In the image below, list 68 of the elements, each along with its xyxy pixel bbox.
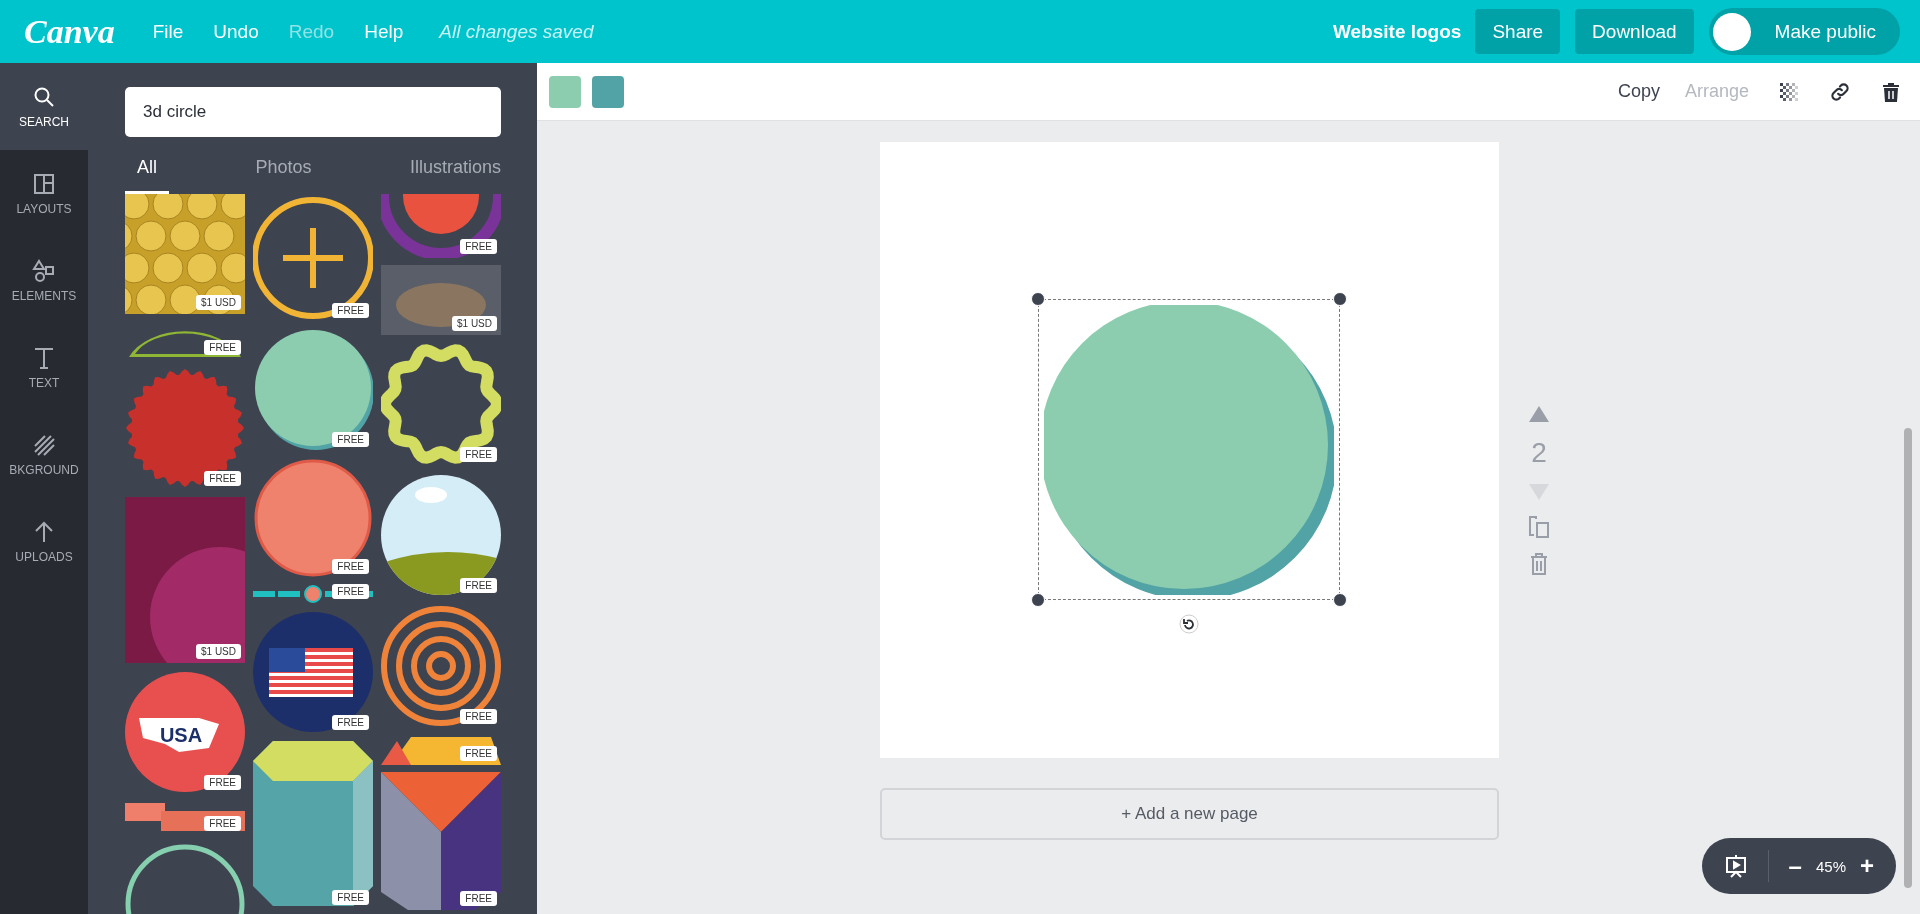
price-label: FREE [460,709,497,724]
link-icon[interactable] [1829,80,1851,103]
price-label: FREE [204,816,241,831]
sidebar-item[interactable]: TEXT [0,324,88,411]
circle-drawing[interactable] [253,458,373,578]
circle-drawing[interactable] [253,329,373,451]
resize-handle[interactable] [1031,593,1045,607]
zoom-level: 45% [1815,857,1846,875]
price-label: FREE [332,303,369,318]
elements-icon [32,258,56,283]
search-field[interactable]: 3d circle [125,87,501,137]
scalloped-badge-drawing[interactable] [125,366,245,490]
price-label: FREE [460,578,497,593]
triangle-prism-drawing[interactable] [381,772,501,910]
price-label: FREE [460,447,497,462]
target-drawing[interactable] [381,194,501,258]
price-label: $1 USD [452,316,497,331]
concentric-rings-drawing[interactable] [381,604,501,728]
flag-circle-drawing[interactable] [253,610,373,734]
share-button[interactable]: Share [1475,9,1561,54]
resize-handle[interactable] [1333,593,1347,607]
price-label: $1 USD [196,644,241,659]
background-icon [32,432,56,457]
price-label: FREE [332,432,369,447]
scrollbar[interactable] [1904,428,1912,888]
filter-tab[interactable]: Photos [243,145,324,194]
price-label: $1 USD [196,295,241,310]
copy-button[interactable]: Copy [1617,81,1660,102]
transparency-icon[interactable] [1780,82,1798,101]
photo-placeholder[interactable] [381,265,501,335]
price-label: FREE [204,775,241,790]
sidebar-item[interactable]: UPLOADS [0,498,88,585]
trash-icon[interactable] [1882,81,1900,102]
page-number: 2 [1531,437,1547,469]
price-label: FREE [332,715,369,730]
add-page-button[interactable]: + Add a new page [880,788,1499,840]
download-button[interactable]: Download [1575,9,1694,54]
price-label: FREE [460,239,497,254]
resize-handle[interactable] [1333,292,1347,306]
wavy-ring-drawing[interactable] [381,342,501,466]
zoom-in-button[interactable]: + [1860,852,1874,880]
sidebar-item[interactable]: ELEMENTS [0,237,88,324]
layouts-icon [32,171,56,196]
filter-tab[interactable]: Illustrations [397,145,501,194]
sidebar-item[interactable]: SEARCH [0,63,88,150]
color-swatch[interactable] [592,75,624,108]
present-icon[interactable] [1723,854,1748,878]
photo-placeholder[interactable] [125,497,245,663]
price-label: FREE [332,890,369,905]
text-icon [32,345,56,370]
sidebar-item[interactable]: BKGROUND [0,411,88,498]
sphere-pattern-photo[interactable] [125,194,245,314]
ring-drawing[interactable] [125,842,245,914]
price-label: FREE [460,891,497,906]
make-public-toggle[interactable]: Make public [1708,8,1900,55]
price-label: FREE [332,584,369,599]
hexagon-prism-drawing[interactable] [253,741,373,909]
resize-handle[interactable] [1031,292,1045,306]
rotate-icon[interactable] [1179,614,1199,634]
save-status: All changes saved [439,20,594,43]
zoom-out-button[interactable]: – [1788,852,1802,880]
price-label: FREE [332,559,369,574]
sidebar-item[interactable]: LAYOUTS [0,150,88,237]
color-swatch[interactable] [549,75,581,108]
price-label: FREE [460,746,497,761]
plus-circle-drawing[interactable] [253,194,373,322]
price-label: FREE [204,340,241,355]
price-label: FREE [204,471,241,486]
